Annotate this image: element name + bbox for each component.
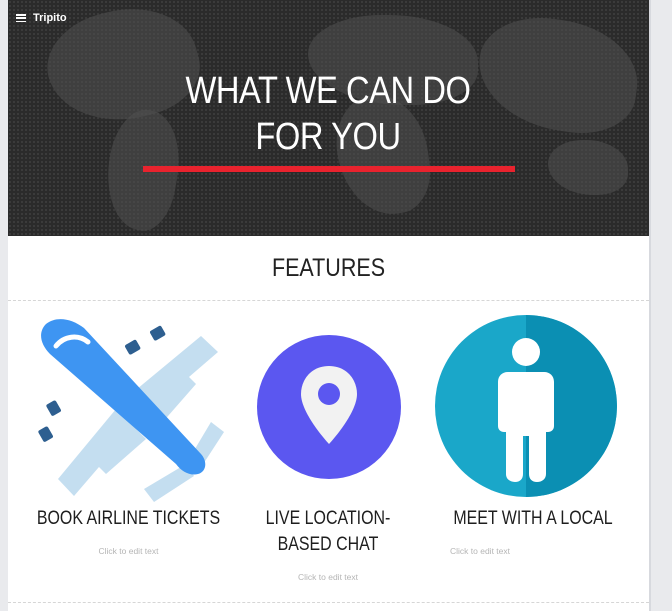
location-pin-icon (256, 334, 402, 480)
hero-banner: Tripito WHAT WE CAN DO FOR YOU (8, 0, 649, 236)
hero-underline (143, 166, 515, 172)
features-heading: FEATURES (271, 254, 386, 282)
brand-logo[interactable]: Tripito (33, 12, 67, 24)
page-frame: Tripito WHAT WE CAN DO FOR YOU FEATURES (8, 0, 649, 611)
feature-title: BOOK AIRLINE TICKETS (36, 508, 221, 529)
section-divider (8, 300, 649, 301)
feature-title: MEET WITH A LOCAL (453, 508, 613, 529)
map-continent (471, 9, 645, 141)
airplane-icon (36, 314, 226, 504)
hamburger-menu-icon[interactable] (16, 14, 26, 22)
map-continent (548, 140, 628, 195)
click-to-edit-caption[interactable]: Click to edit text (8, 546, 249, 556)
click-to-edit-caption[interactable]: Click to edit text (428, 546, 532, 556)
person-icon (434, 314, 618, 498)
hero-title: WHAT WE CAN DO FOR YOU (185, 70, 471, 158)
section-divider (8, 602, 649, 603)
feature-title: LIVE LOCATION-BASED CHAT (265, 508, 391, 555)
window-edge (649, 0, 651, 611)
click-to-edit-caption[interactable]: Click to edit text (228, 572, 428, 582)
top-navbar: Tripito (16, 10, 67, 26)
